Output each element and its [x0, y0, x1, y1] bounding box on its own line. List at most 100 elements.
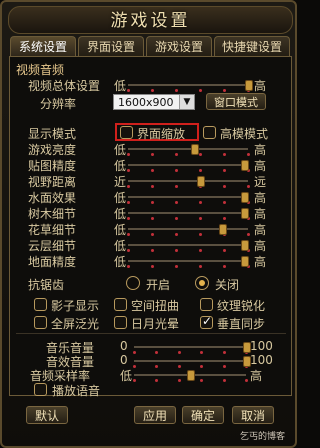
audio-slider[interactable] — [133, 369, 248, 382]
quality-slider-tick — [175, 217, 178, 220]
audio-high-label: 高 — [250, 369, 263, 383]
quality-high-label: 高 — [254, 159, 267, 173]
high-model-label: 高模模式 — [220, 127, 269, 141]
quality-label: 视野距离 — [28, 175, 77, 189]
quality-label: 云层细节 — [28, 239, 77, 253]
default-button[interactable]: 默认 — [26, 406, 68, 424]
audio-slider-tick — [133, 351, 136, 354]
effect-checkbox[interactable] — [200, 298, 213, 311]
effect-checkbox[interactable] — [114, 316, 127, 329]
quality-high-label: 高 — [254, 239, 267, 253]
quality-slider-tick — [151, 217, 154, 220]
quality-slider-track[interactable] — [128, 228, 248, 230]
effect-checkbox[interactable] — [34, 316, 47, 329]
audio-slider-tick — [200, 379, 204, 382]
effect-label: 空间扭曲 — [131, 299, 180, 313]
overall-low-label: 低 — [114, 79, 127, 93]
quality-slider-tick — [223, 185, 226, 188]
quality-slider-thumb[interactable] — [218, 224, 227, 235]
effect-label: 全屏泛光 — [51, 317, 100, 331]
quality-slider-thumb[interactable] — [241, 240, 250, 251]
quality-slider[interactable] — [127, 143, 250, 156]
audio-slider[interactable] — [133, 341, 251, 354]
resolution-dropdown[interactable]: 1600x900 ▼ — [113, 94, 195, 110]
tab-system-settings[interactable]: 系统设置 — [10, 36, 76, 56]
quality-slider-tick — [199, 233, 202, 236]
antialias-off-radio[interactable] — [195, 276, 209, 290]
quality-slider-thumb[interactable] — [241, 208, 250, 219]
antialias-label: 抗锯齿 — [28, 278, 65, 292]
quality-slider-track[interactable] — [128, 244, 248, 246]
audio-slider-thumb[interactable] — [187, 370, 195, 381]
quality-slider-thumb[interactable] — [241, 192, 250, 203]
quality-slider-thumb[interactable] — [241, 256, 250, 267]
quality-slider-tick — [127, 265, 130, 268]
overall-slider-track[interactable] — [128, 84, 248, 86]
window-title: 游戏设置 — [110, 11, 191, 31]
quality-slider-thumb[interactable] — [241, 160, 250, 171]
quality-slider-tick — [151, 185, 154, 188]
quality-high-label: 远 — [254, 175, 267, 189]
effect-checkbox[interactable] — [200, 314, 213, 329]
quality-low-label: 低 — [114, 207, 127, 221]
apply-button[interactable]: 应用 — [134, 406, 176, 424]
audio-slider-tick — [245, 379, 248, 382]
chevron-down-icon: ▼ — [179, 95, 194, 109]
audio-slider-track[interactable] — [134, 360, 246, 362]
quality-slider[interactable] — [127, 239, 250, 252]
quality-low-label: 低 — [114, 191, 127, 205]
quality-slider-tick — [199, 153, 202, 156]
audio-low-label: 0 — [120, 339, 128, 353]
audio-slider-tick — [200, 365, 204, 368]
quality-slider-track[interactable] — [128, 180, 248, 182]
quality-slider[interactable] — [127, 191, 250, 204]
divider — [16, 333, 286, 334]
effect-label: 影子显示 — [51, 299, 100, 313]
antialias-on-radio[interactable] — [126, 276, 140, 290]
quality-slider-track[interactable] — [128, 148, 248, 150]
effect-checkbox[interactable] — [114, 298, 127, 311]
quality-low-label: 低 — [114, 255, 127, 269]
audio-slider-tick — [133, 365, 136, 368]
play-voice-checkbox[interactable] — [34, 383, 47, 396]
quality-label: 树木细节 — [28, 207, 77, 221]
quality-slider-tick — [199, 249, 202, 252]
quality-slider-tick — [175, 233, 178, 236]
ui-scale-label: 界面缩放 — [137, 127, 186, 141]
quality-low-label: 低 — [114, 143, 127, 157]
quality-slider-track[interactable] — [128, 196, 248, 198]
display-mode-label: 显示模式 — [28, 127, 77, 141]
cancel-button[interactable]: 取消 — [232, 406, 274, 424]
quality-label: 花草细节 — [28, 223, 77, 237]
audio-slider-track[interactable] — [134, 346, 246, 348]
quality-slider-thumb[interactable] — [197, 176, 205, 187]
quality-slider[interactable] — [127, 223, 250, 236]
overall-slider-thumb[interactable] — [245, 80, 253, 91]
tab-game-settings[interactable]: 游戏设置 — [146, 36, 212, 56]
quality-slider[interactable] — [127, 175, 250, 188]
quality-slider-thumb[interactable] — [191, 144, 199, 155]
quality-slider-tick — [223, 169, 226, 172]
high-model-checkbox[interactable] — [203, 126, 216, 139]
resolution-label: 分辨率 — [40, 97, 77, 111]
quality-slider-track[interactable] — [128, 164, 248, 166]
quality-slider[interactable] — [127, 207, 250, 220]
quality-slider-track[interactable] — [128, 212, 248, 214]
quality-slider-tick — [223, 153, 226, 156]
quality-slider-tick — [127, 169, 130, 172]
audio-slider[interactable] — [133, 355, 251, 368]
quality-slider[interactable] — [127, 255, 250, 268]
quality-slider-track[interactable] — [128, 260, 248, 262]
overall-slider[interactable] — [127, 79, 253, 92]
quality-slider-tick — [151, 169, 154, 172]
tab-interface-settings[interactable]: 界面设置 — [78, 36, 144, 56]
ui-scale-checkbox[interactable] — [120, 126, 133, 139]
tab-hotkey-settings[interactable]: 快捷键设置 — [214, 36, 290, 56]
audio-slider-tick — [133, 379, 136, 382]
effect-checkbox[interactable] — [34, 298, 47, 311]
quality-high-label: 高 — [254, 223, 267, 237]
window-mode-button[interactable]: 窗口模式 — [206, 93, 266, 110]
quality-slider[interactable] — [127, 159, 250, 172]
ok-button[interactable]: 确定 — [182, 406, 224, 424]
quality-slider-tick — [151, 249, 154, 252]
